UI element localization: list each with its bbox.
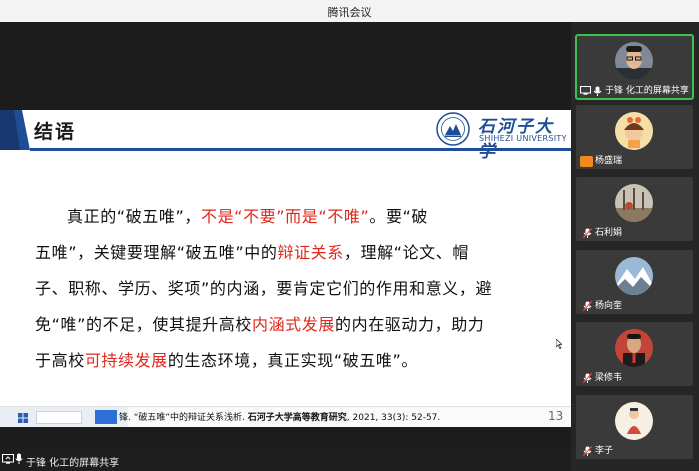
sharer-label: 于锋 化工的屏幕共享: [26, 458, 120, 469]
participant-panel: 于锋 化工的屏幕共享杨盛瑞石利娟杨向奎梁修韦李子: [571, 22, 699, 471]
participant-name: 杨盛瑞: [595, 156, 623, 166]
slide-header: 结语 石河子大学 SHIHEZI UNIVERSITY: [0, 110, 571, 162]
highlight-text: 内涵式发展: [251, 315, 335, 334]
nameplate: 杨盛瑞: [576, 153, 693, 169]
participant-name: 于锋 化工的屏幕共享: [605, 86, 689, 96]
windows-logo-icon: [18, 413, 28, 423]
avatar: [615, 42, 653, 80]
title-bar: 腾讯会议: [0, 0, 699, 22]
nameplate: 梁修韦: [576, 370, 693, 386]
mouse-cursor-icon: [556, 339, 562, 349]
status-bar: 于锋 化工的屏幕共享: [0, 449, 571, 471]
participant-name: 石利娟: [595, 228, 623, 238]
participant-tile[interactable]: 李子: [576, 395, 693, 459]
citation: 锋. “破五唯”中的辩证关系浅析. 石河子大学高等教育研究, 2021, 33(…: [119, 410, 440, 423]
screen-share-icon[interactable]: [2, 454, 14, 464]
participant-name: 杨向奎: [595, 301, 623, 311]
body-text-line: 于高校可持续发展的生态环境，真正实现“破五唯”。: [35, 347, 418, 371]
university-seal-icon: [436, 112, 470, 146]
body-text: 子、职称、学历、奖项”的内涵，要肯定它们的作用和意义，避: [35, 279, 493, 298]
citation-suffix: , 2021, 33(3): 52-57.: [346, 413, 441, 423]
slide-footer: 锋. “破五唯”中的辩证关系浅析. 石河子大学高等教育研究, 2021, 33(…: [0, 406, 571, 427]
window-title: 腾讯会议: [327, 6, 372, 19]
avatar: [615, 402, 653, 440]
taskbar-window-chip: [36, 411, 82, 424]
highlight-text: 辩证关系: [277, 243, 344, 262]
avatar: [615, 257, 653, 295]
taskbar-window-chip: [95, 410, 117, 424]
slide: 结语 石河子大学 SHIHEZI UNIVERSITY 真正的“破五唯”，不是“…: [0, 110, 571, 427]
body-text: 真正的“破五唯”，: [67, 207, 201, 226]
nameplate: 李子: [576, 443, 693, 459]
participant-name: 梁修韦: [595, 373, 623, 383]
highlight-text: 不是“不要”而是“不唯”: [200, 207, 370, 226]
avatar: [615, 184, 653, 222]
citation-journal: 石河子大学高等教育研究: [247, 413, 347, 423]
highlight-text: 可持续发展: [84, 351, 168, 370]
nameplate: 于锋 化工的屏幕共享: [576, 83, 693, 99]
participant-name: 李子: [595, 446, 614, 456]
body-text: 五唯”，关键要理解“破五唯”中的: [35, 243, 278, 262]
university-name-en: SHIHEZI UNIVERSITY: [479, 134, 567, 143]
avatar: [615, 112, 653, 150]
user-badge-icon: [580, 156, 593, 167]
citation-prefix: 锋. “破五唯”中的辩证关系浅析.: [119, 413, 248, 423]
body-text: 的内在驱动力，助力: [335, 315, 485, 334]
body-text-line: 五唯”，关键要理解“破五唯”中的辩证关系，理解“论文、帽: [35, 239, 469, 263]
header-accent-shape: [0, 110, 30, 150]
nameplate: 石利娟: [576, 225, 693, 241]
body-text: 免“唯”的不足，使其提升高校: [35, 315, 252, 334]
meeting-window: 腾讯会议 结语 石河子大学 SHIHEZI UNIVERSITY 真正的“破五唯…: [0, 0, 699, 471]
body-text: 。要“破: [369, 207, 429, 226]
microphone-icon[interactable]: [15, 453, 23, 465]
avatar: [615, 329, 653, 367]
captured-taskbar: [0, 407, 128, 427]
body-text: 的生态环境，真正实现“破五唯”。: [167, 351, 419, 370]
shared-screen[interactable]: 结语 石河子大学 SHIHEZI UNIVERSITY 真正的“破五唯”，不是“…: [0, 22, 571, 449]
slide-title: 结语: [34, 121, 77, 143]
body-text: 于高校: [35, 351, 85, 370]
participant-tile[interactable]: 石利娟: [576, 177, 693, 241]
nameplate: 杨向奎: [576, 298, 693, 314]
participant-tile[interactable]: 杨盛瑞: [576, 105, 693, 169]
page-number: 13: [548, 409, 564, 423]
body-text: ，理解“论文、帽: [343, 243, 469, 262]
participant-tile[interactable]: 杨向奎: [576, 250, 693, 314]
participant-tile[interactable]: 梁修韦: [576, 322, 693, 386]
participant-tile[interactable]: 于锋 化工的屏幕共享: [575, 34, 694, 100]
body-text-line: 真正的“破五唯”，不是“不要”而是“不唯”。要“破: [67, 203, 428, 227]
body-text-line: 免“唯”的不足，使其提升高校内涵式发展的内在驱动力，助力: [35, 311, 484, 335]
body-text-line: 子、职称、学历、奖项”的内涵，要肯定它们的作用和意义，避: [35, 275, 492, 299]
